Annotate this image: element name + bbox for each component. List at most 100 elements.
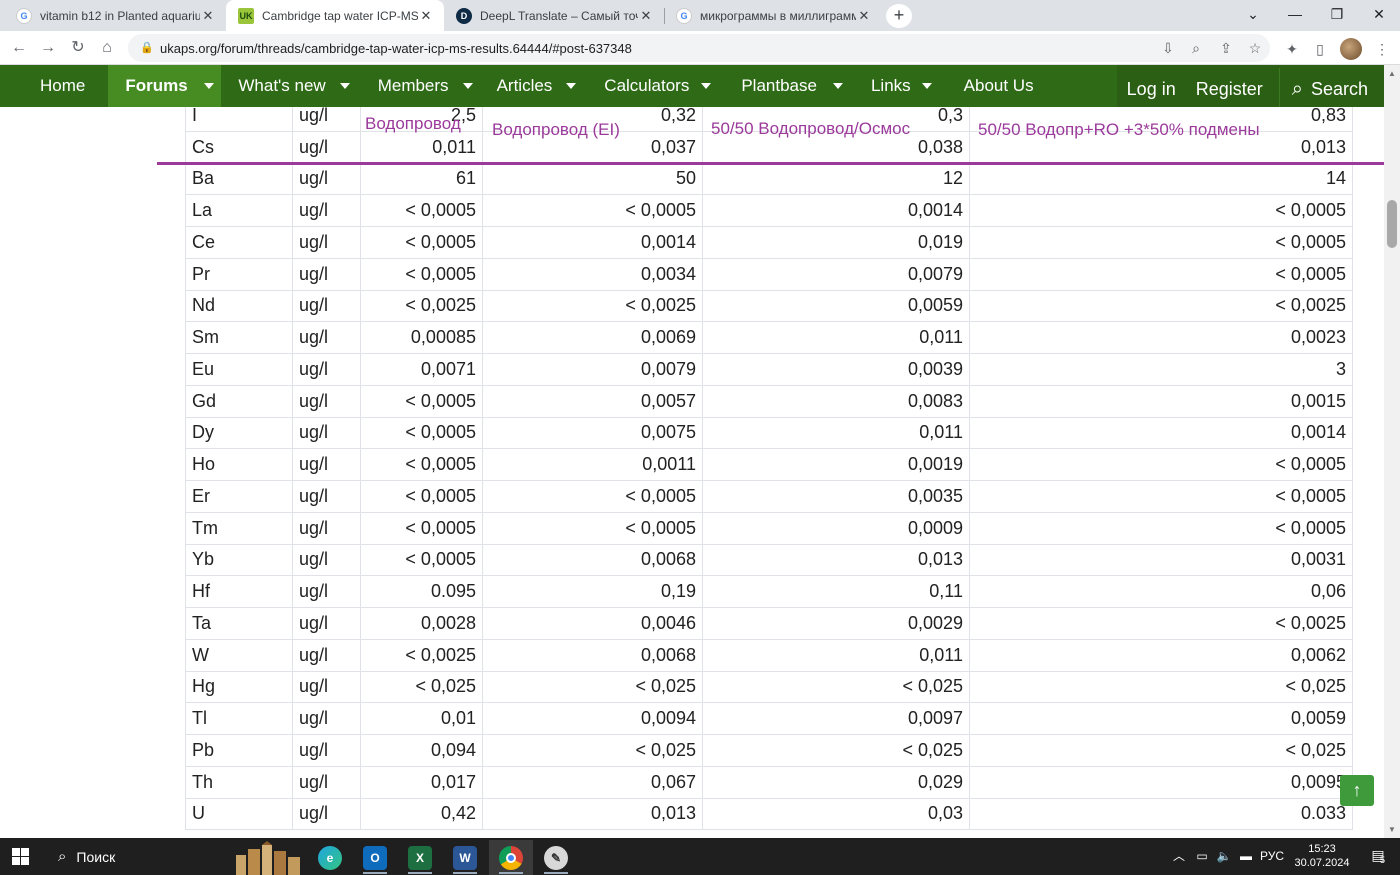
chrome-icon[interactable]: [489, 840, 533, 875]
value-tap-ro: 0,0059: [702, 289, 970, 323]
menu-kebab-icon[interactable]: ⋮: [1372, 39, 1392, 59]
element-cell: Ta: [185, 607, 293, 640]
nav-label: Articles: [496, 76, 553, 95]
value-tap: < 0,0025: [360, 638, 483, 672]
nav-label: Home: [40, 76, 86, 95]
device-icon[interactable]: ▭: [1192, 838, 1212, 875]
browser-tab[interactable]: D DeepL Translate – Самый точный ✕: [444, 0, 664, 31]
word-icon[interactable]: W: [443, 840, 487, 875]
value-tap-ei: < 0,0005: [482, 511, 703, 545]
reload-icon[interactable]: ↻: [67, 37, 89, 59]
window-close-icon[interactable]: ✕: [1356, 0, 1400, 31]
nav-forums[interactable]: Forums: [108, 65, 222, 107]
browser-tab[interactable]: G микрограммы в миллиграммы ✕: [664, 0, 882, 31]
register-link[interactable]: Register: [1186, 68, 1279, 110]
scroll-up-icon[interactable]: ▲: [1384, 69, 1400, 78]
value-tap-ro-changes: < 0,0005: [969, 226, 1353, 259]
icp-ms-results-table: Iug/l 2,5 0,32 0,3 0,83 Cs ug/l 0,011 0,037 0,038…: [185, 107, 1353, 831]
close-icon[interactable]: ✕: [418, 8, 434, 24]
address-bar[interactable]: 🔒 ukaps.org/forum/threads/cambridge-tap-…: [128, 34, 1270, 62]
nav-calculators[interactable]: Calculators: [604, 65, 712, 107]
google-icon: G: [16, 7, 32, 24]
chevron-down-icon[interactable]: [566, 83, 577, 89]
windows-start-icon[interactable]: [12, 848, 29, 865]
nav-about-us[interactable]: About Us: [964, 65, 1034, 107]
back-icon[interactable]: ←: [8, 37, 30, 59]
lock-icon[interactable]: 🔒: [140, 42, 154, 54]
zoom-icon[interactable]: ⌕: [1186, 38, 1206, 58]
table-row: Eu ug/l 0,0071 0,0079 0,0039 3: [185, 353, 1353, 386]
element-cell: W: [185, 638, 293, 672]
annotation-label: 50/50 Водопровод/Осмос: [711, 119, 911, 138]
value-tap: < 0,0005: [360, 448, 483, 481]
close-icon[interactable]: ✕: [638, 8, 654, 24]
browser-tab-active[interactable]: UK Cambridge tap water ICP-MS res ✕: [226, 0, 444, 31]
search-icon: ⌕: [58, 848, 67, 865]
unit-cell: ug/l: [292, 543, 361, 577]
value-tap-ei: 50: [482, 162, 703, 196]
home-icon[interactable]: ⌂: [96, 37, 118, 59]
value-tap: 0,01: [360, 702, 483, 735]
tray-chevron-up-icon[interactable]: ︿: [1170, 838, 1188, 875]
excel-icon[interactable]: X: [398, 840, 442, 875]
chevron-down-icon[interactable]: [701, 83, 712, 89]
maximize-icon[interactable]: ❐: [1314, 0, 1360, 31]
scrollbar-thumb[interactable]: [1387, 200, 1397, 248]
value-tap-ro-changes: < 0,0005: [969, 480, 1353, 513]
page-scrollbar[interactable]: ▲ ▼: [1384, 65, 1400, 838]
value-tap-ro-changes: 3: [969, 353, 1353, 386]
nav-label: Calculators: [604, 76, 690, 95]
ukaps-icon: UK: [238, 7, 254, 24]
extensions-icon[interactable]: ✦: [1282, 39, 1302, 59]
value-tap-ro-changes: < 0,0025: [969, 289, 1353, 323]
nav-articles[interactable]: Articles: [497, 65, 577, 107]
unit-cell: ug/l: [292, 194, 361, 227]
value-tap-ei: 0,0075: [482, 416, 703, 450]
input-language[interactable]: РУС: [1258, 838, 1286, 875]
close-icon[interactable]: ✕: [200, 8, 216, 24]
chevron-down-icon[interactable]: [203, 83, 214, 89]
paint-icon[interactable]: ✎: [534, 840, 578, 875]
tab-search-icon[interactable]: ⌄: [1230, 0, 1276, 31]
taskbar-clock[interactable]: 15:23 30.07.2024: [1288, 842, 1356, 870]
element-cell: Sm: [185, 321, 293, 354]
bookmark-star-icon[interactable]: ☆: [1245, 38, 1265, 58]
chevron-down-icon[interactable]: [339, 83, 350, 89]
nav-members[interactable]: Members: [378, 65, 473, 107]
value-tap-ro: 0,0083: [702, 384, 970, 418]
install-icon[interactable]: ⇩: [1158, 38, 1178, 58]
login-link[interactable]: Log in: [1117, 68, 1186, 110]
value-tap-ro: 0,0009: [702, 511, 970, 545]
notifications-icon[interactable]: ▤ 5: [1368, 847, 1388, 867]
browser-tab[interactable]: G vitamin b12 in Planted aquarium ✕: [4, 0, 226, 31]
outlook-icon[interactable]: O: [353, 840, 397, 875]
nav-home[interactable]: Home: [40, 65, 85, 107]
search-link[interactable]: ⌕ Search: [1278, 68, 1384, 110]
value-tap-ro-changes: < 0,0005: [969, 194, 1353, 227]
forward-icon[interactable]: →: [37, 37, 59, 59]
nav-whats-new[interactable]: What's new: [238, 65, 350, 107]
unit-cell: ug/l: [292, 321, 361, 354]
profile-avatar[interactable]: [1340, 38, 1362, 60]
close-icon[interactable]: ✕: [856, 8, 872, 24]
value-tap-ro: 0,0019: [702, 448, 970, 481]
volume-muted-icon[interactable]: 🔈: [1214, 838, 1234, 875]
nav-plantbase[interactable]: Plantbase: [741, 65, 843, 107]
element-cell: U: [185, 797, 293, 831]
share-icon[interactable]: ⇪: [1216, 38, 1236, 58]
scroll-down-icon[interactable]: ▼: [1384, 825, 1400, 834]
chevron-down-icon[interactable]: [832, 83, 843, 89]
edge-icon[interactable]: e: [308, 840, 352, 875]
annotation-label: Водопровод (EI): [492, 120, 620, 139]
minimize-icon[interactable]: —: [1272, 0, 1318, 31]
chevron-down-icon[interactable]: [921, 83, 932, 89]
url-text: ukaps.org/forum/threads/cambridge-tap-wa…: [160, 40, 632, 56]
nav-links[interactable]: Links: [871, 65, 932, 107]
new-tab-button[interactable]: +: [886, 4, 912, 28]
battery-icon[interactable]: ▬: [1236, 838, 1256, 875]
unit-cell: ug/l: [292, 638, 361, 672]
chevron-down-icon[interactable]: [462, 83, 473, 89]
value-tap-ro-changes: 0,0031: [969, 543, 1353, 577]
scroll-to-top-button[interactable]: ↑: [1340, 775, 1374, 806]
side-panel-icon[interactable]: ▯: [1310, 39, 1330, 59]
